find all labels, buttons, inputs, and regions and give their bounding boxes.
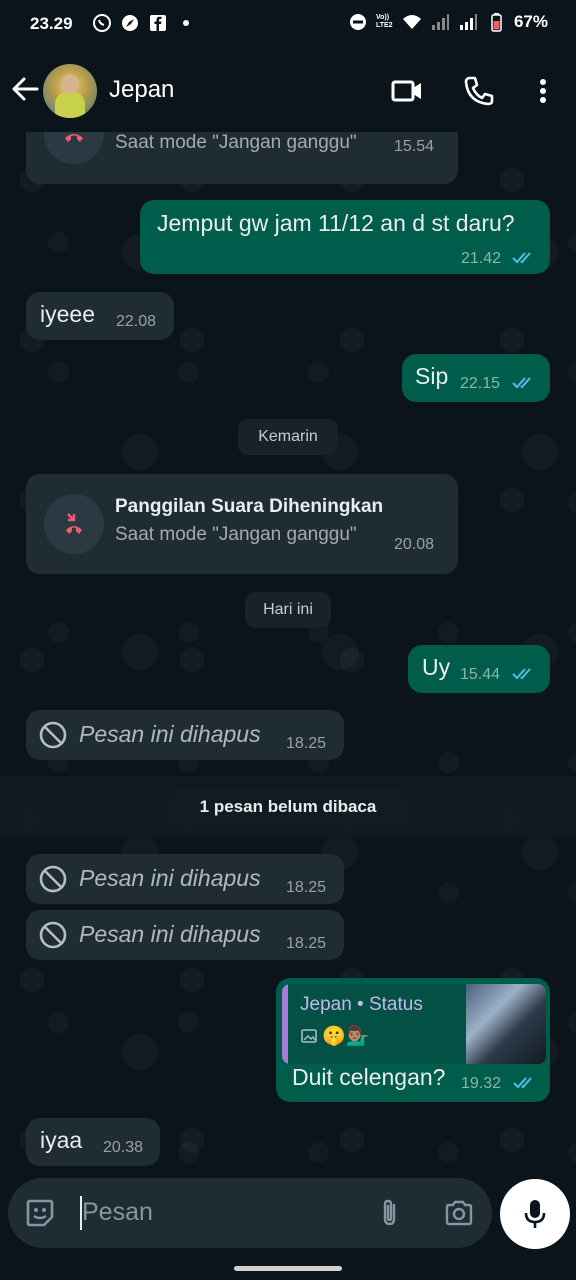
chat-header: Jepan	[0, 50, 576, 132]
quote-accent-bar	[282, 984, 288, 1064]
message-time: 19.32	[461, 1075, 502, 1092]
call-icon-circle	[44, 494, 104, 554]
silenced-call-bubble[interactable]: Panggilan Suara Diheningkan Saat mode "J…	[26, 474, 458, 574]
battery-icon	[491, 13, 502, 32]
message-text: Jemput gw jam 11/12 an d st daru?	[157, 210, 515, 236]
emoji-sticker-icon[interactable]	[24, 1197, 56, 1229]
gesture-nav-handle[interactable]	[234, 1266, 342, 1271]
dnd-icon	[349, 14, 366, 30]
message-time: 21.42	[461, 250, 502, 267]
contact-name[interactable]: Jepan	[109, 76, 174, 104]
call-icon-circle	[44, 132, 104, 164]
message-text: Pesan ini dihapus	[79, 721, 261, 747]
deleted-message[interactable]: Pesan ini dihapus 18.25	[26, 854, 344, 904]
outgoing-message[interactable]: Uy 15.44	[408, 645, 550, 693]
deleted-message[interactable]: Pesan ini dihapus 18.25	[26, 710, 344, 760]
message-text: Uy	[422, 654, 451, 680]
message-time: 18.25	[286, 935, 327, 952]
voice-record-button[interactable]	[500, 1179, 570, 1249]
date-label: Hari ini	[263, 601, 313, 618]
message-text: Pesan ini dihapus	[79, 865, 261, 891]
incoming-message[interactable]: iyaa 20.38	[26, 1118, 160, 1166]
message-text: iyeee	[40, 301, 95, 327]
message-time: 18.25	[286, 735, 327, 752]
read-ticks-icon	[512, 377, 531, 389]
missed-call-icon	[66, 513, 82, 534]
message-text: Sip	[415, 363, 449, 389]
message-time: 22.08	[116, 313, 157, 330]
camera-icon[interactable]	[443, 1197, 475, 1229]
message-time: 18.25	[286, 879, 327, 896]
incoming-message[interactable]: iyeee 22.08	[26, 292, 174, 340]
system-icons: Vo)) LTE2 67%	[348, 12, 548, 32]
quote-subtitle: 🤫💁🏽‍♂️	[300, 1024, 369, 1048]
message-time: 15.44	[460, 666, 501, 683]
image-icon	[301, 1029, 317, 1043]
signal-1-icon	[431, 14, 449, 30]
status-time: 23.29	[30, 14, 73, 33]
missed-call-bubble-top[interactable]: Saat mode "Jangan ganggu" 15.54	[26, 132, 458, 184]
message-input-bar: Pesan	[8, 1178, 492, 1248]
message-text: Duit celengan?	[292, 1064, 446, 1090]
date-label: Kemarin	[258, 428, 318, 445]
message-text: iyaa	[40, 1127, 83, 1153]
compass-notif-icon	[122, 15, 138, 31]
message-time: 22.15	[460, 375, 501, 392]
message-time: 20.08	[394, 536, 435, 553]
status-bar: 23.29 Vo)) LTE2 67%	[0, 0, 576, 50]
voice-call-icon[interactable]	[462, 74, 496, 108]
chat-area[interactable]: Saat mode "Jangan ganggu" 15.54 Jemput g…	[0, 132, 576, 1178]
video-call-icon[interactable]	[390, 74, 424, 108]
quoted-status[interactable]: Jepan • Status 🤫💁🏽‍♂️	[282, 984, 546, 1064]
call-subtitle: Saat mode "Jangan ganggu"	[115, 524, 357, 545]
read-ticks-icon	[512, 668, 531, 680]
unread-label: 1 pesan belum dibaca	[199, 797, 377, 816]
message-input[interactable]: Pesan	[82, 1198, 153, 1227]
back-arrow-icon[interactable]	[10, 74, 40, 104]
more-vert-icon[interactable]	[526, 74, 560, 108]
wifi-icon	[402, 15, 421, 29]
deleted-message[interactable]: Pesan ini dihapus 18.25	[26, 910, 344, 960]
signal-2-icon	[459, 14, 477, 30]
missed-call-icon	[65, 134, 83, 142]
message-time: 15.54	[394, 138, 435, 155]
unread-pill: 1 pesan belum dibaca	[168, 788, 408, 826]
status-reply-message[interactable]: Jepan • Status 🤫💁🏽‍♂️ Duit celengan? 19.…	[276, 978, 550, 1102]
unread-banner: 1 pesan belum dibaca	[0, 776, 576, 838]
dot-notif-icon	[183, 20, 189, 26]
outgoing-message[interactable]: Sip 22.15	[402, 354, 550, 402]
date-separator: Hari ini	[245, 592, 331, 628]
network-label: Vo)) LTE2	[375, 14, 393, 29]
battery-percent: 67%	[513, 12, 548, 31]
read-ticks-icon	[512, 252, 531, 264]
status-thumbnail	[466, 984, 546, 1064]
quote-emoji: 🤫💁🏽‍♂️	[322, 1026, 370, 1047]
microphone-icon	[524, 1200, 546, 1228]
outgoing-message[interactable]: Jemput gw jam 11/12 an d st daru? 21.42	[140, 200, 550, 274]
call-title: Panggilan Suara Diheningkan	[115, 496, 384, 517]
deleted-icon	[39, 865, 67, 893]
quote-title: Jepan • Status	[300, 994, 423, 1015]
call-subtitle: Saat mode "Jangan ganggu"	[115, 132, 357, 153]
deleted-icon	[39, 921, 67, 949]
date-separator: Kemarin	[238, 419, 338, 455]
facebook-notif-icon	[150, 15, 166, 31]
contact-avatar[interactable]	[43, 64, 97, 118]
whatsapp-notif-icon	[93, 14, 111, 32]
read-ticks-icon	[513, 1077, 532, 1089]
deleted-icon	[39, 721, 67, 749]
message-text: Pesan ini dihapus	[79, 921, 261, 947]
attach-icon[interactable]	[374, 1197, 406, 1229]
message-time: 20.38	[103, 1139, 144, 1156]
notification-icons	[92, 13, 196, 33]
